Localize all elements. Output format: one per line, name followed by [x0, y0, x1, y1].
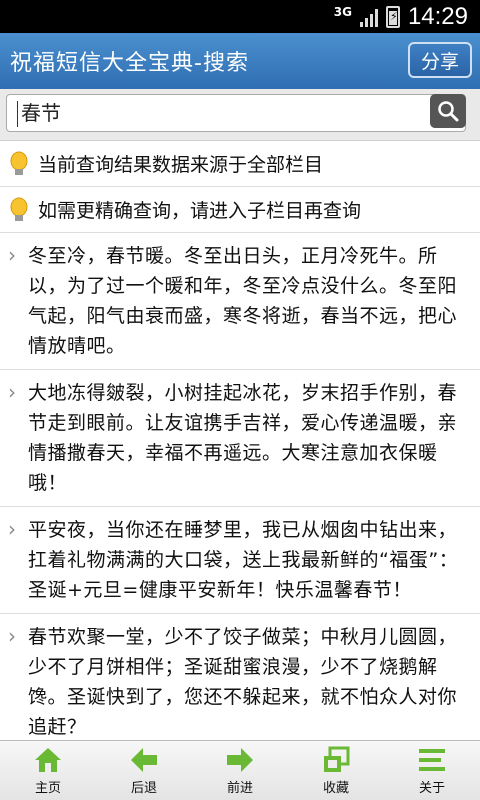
- lightbulb-icon: [10, 197, 28, 221]
- result-text: 冬至冷，春节暖。冬至出日头，正月冷死牛。所以，为了过一个暖和年，冬至冷点没什么。…: [28, 245, 458, 357]
- search-button[interactable]: [430, 94, 466, 128]
- nav-about[interactable]: 关于: [384, 741, 480, 800]
- back-arrow-icon: [131, 747, 157, 772]
- chevron-right-icon: ›: [8, 380, 16, 404]
- nav-label: 前进: [226, 780, 253, 796]
- result-text: 春节欢聚一堂，少不了饺子做菜；中秋月儿圆圆，少不了月饼相伴；圣诞甜蜜浪漫，少不了…: [28, 626, 458, 738]
- signal-icon: [359, 7, 378, 27]
- status-bar: 3G ⚡ 14:29: [0, 0, 480, 33]
- network-type: 3G: [333, 4, 352, 19]
- title-bar: 祝福短信大全宝典-搜索 分享: [0, 33, 480, 89]
- search-icon: [438, 101, 459, 122]
- search-bar: 春节: [0, 89, 480, 141]
- results-area: 当前查询结果数据来源于全部栏目 如需更精确查询，请进入子栏目再查询 › 冬至冷，…: [0, 141, 480, 741]
- status-time: 14:29: [407, 2, 468, 30]
- info-text: 当前查询结果数据来源于全部栏目: [38, 154, 324, 176]
- nav-label: 后退: [130, 780, 157, 796]
- info-text: 如需更精确查询，请进入子栏目再查询: [38, 200, 362, 222]
- favorite-icon: [324, 746, 350, 772]
- search-input[interactable]: 春节: [6, 94, 466, 132]
- share-button[interactable]: 分享: [408, 42, 472, 78]
- nav-label: 收藏: [322, 780, 349, 796]
- nav-home[interactable]: 主页: [0, 741, 96, 800]
- home-icon: [35, 747, 61, 772]
- result-text: 大地冻得皴裂，小树挂起冰花，岁末招手作别，春节走到眼前。让友谊携手吉祥，爱心传递…: [28, 382, 458, 494]
- nav-back[interactable]: 后退: [96, 741, 192, 800]
- result-item[interactable]: › 春节欢聚一堂，少不了饺子做菜；中秋月儿圆圆，少不了月饼相伴；圣诞甜蜜浪漫，少…: [0, 614, 480, 741]
- page-title: 祝福短信大全宝典-搜索: [10, 51, 249, 76]
- bottom-nav: 主页 后退 前进 收藏 关于: [0, 740, 480, 800]
- result-item[interactable]: › 平安夜，当你还在睡梦里，我已从烟囱中钻出来，扛着礼物满满的大口袋，送上我最新…: [0, 507, 480, 614]
- info-row: 如需更精确查询，请进入子栏目再查询: [0, 187, 480, 233]
- about-icon: [419, 748, 445, 771]
- chevron-right-icon: ›: [8, 517, 16, 541]
- nav-label: 关于: [418, 780, 445, 796]
- nav-label: 主页: [34, 780, 61, 796]
- battery-icon: ⚡: [385, 5, 400, 28]
- result-item[interactable]: › 冬至冷，春节暖。冬至出日头，正月冷死牛。所以，为了过一个暖和年，冬至冷点没什…: [0, 233, 480, 370]
- lightbulb-icon: [10, 151, 28, 175]
- nav-favorite[interactable]: 收藏: [288, 741, 384, 800]
- chevron-right-icon: ›: [8, 243, 16, 267]
- result-item[interactable]: › 大地冻得皴裂，小树挂起冰花，岁末招手作别，春节走到眼前。让友谊携手吉祥，爱心…: [0, 370, 480, 507]
- forward-arrow-icon: [227, 747, 253, 772]
- result-text: 平安夜，当你还在睡梦里，我已从烟囱中钻出来，扛着礼物满满的大口袋，送上我最新鲜的…: [28, 519, 459, 601]
- nav-forward[interactable]: 前进: [192, 741, 288, 800]
- info-row: 当前查询结果数据来源于全部栏目: [0, 141, 480, 187]
- chevron-right-icon: ›: [8, 624, 16, 648]
